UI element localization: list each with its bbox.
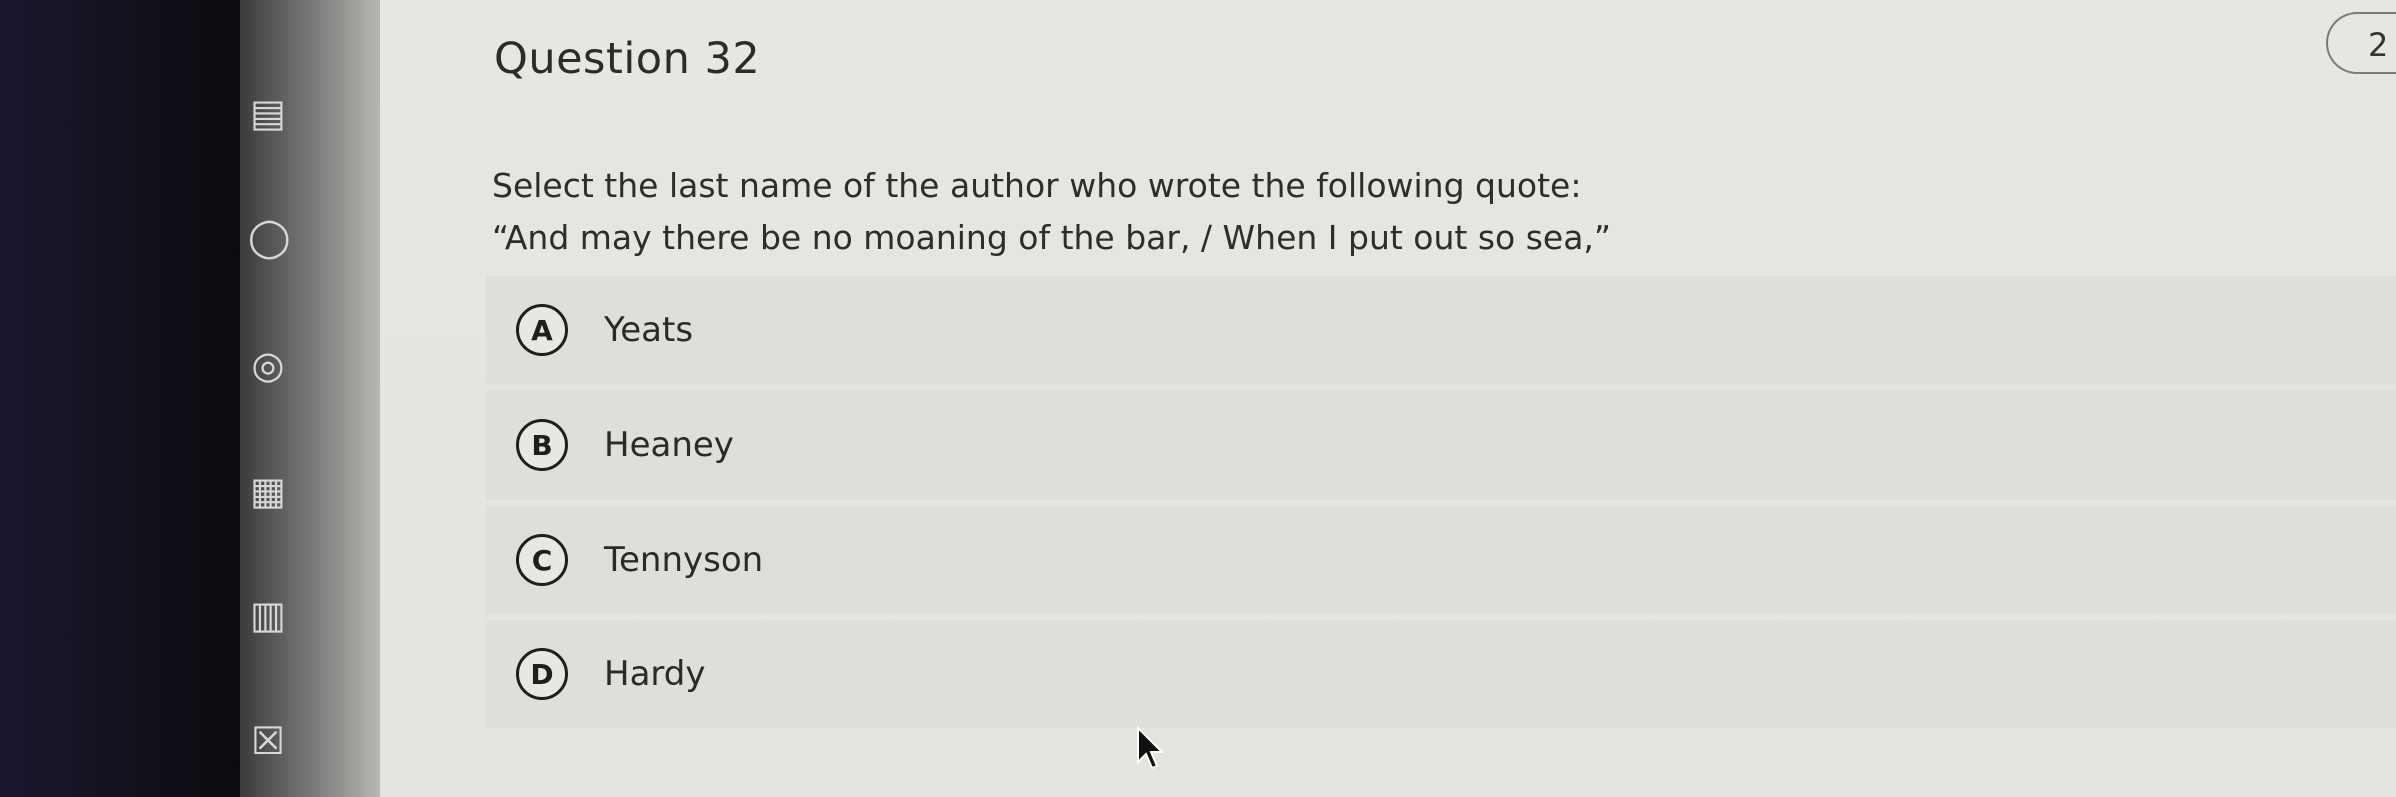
answer-options: A Yeats B Heaney C Tennyson D Hardy (486, 276, 2396, 734)
mouse-cursor-icon (1137, 726, 1165, 770)
option-letter-d: D (516, 648, 568, 700)
bank-icon[interactable]: ▤ (248, 90, 288, 136)
option-c[interactable]: C Tennyson (486, 506, 2396, 614)
screen-bezel (0, 0, 240, 797)
option-label-a: Yeats (604, 310, 694, 350)
calendar-icon[interactable]: ▥ (248, 592, 288, 638)
user-icon[interactable]: ◯ (248, 214, 291, 260)
option-b[interactable]: B Heaney (486, 390, 2396, 500)
option-label-b: Heaney (604, 425, 734, 465)
option-letter-a: A (516, 304, 568, 356)
option-label-c: Tennyson (604, 540, 764, 580)
inbox-icon[interactable]: ☒ (248, 718, 288, 764)
globe-icon[interactable]: ◎ (248, 342, 288, 388)
points-badge: 2 (2326, 12, 2396, 74)
question-title: Question 32 (494, 34, 761, 84)
gradebook-icon[interactable]: ▦ (248, 468, 288, 514)
prompt-line-1: Select the last name of the author who w… (492, 166, 1582, 205)
option-letter-c: C (516, 534, 568, 586)
option-letter-b: B (516, 419, 568, 471)
question-prompt: Select the last name of the author who w… (492, 160, 1892, 264)
option-label-d: Hardy (604, 654, 706, 694)
option-a[interactable]: A Yeats (486, 276, 2396, 384)
option-d[interactable]: D Hardy (486, 620, 2396, 728)
prompt-line-2: “And may there be no moaning of the bar,… (492, 218, 1612, 257)
